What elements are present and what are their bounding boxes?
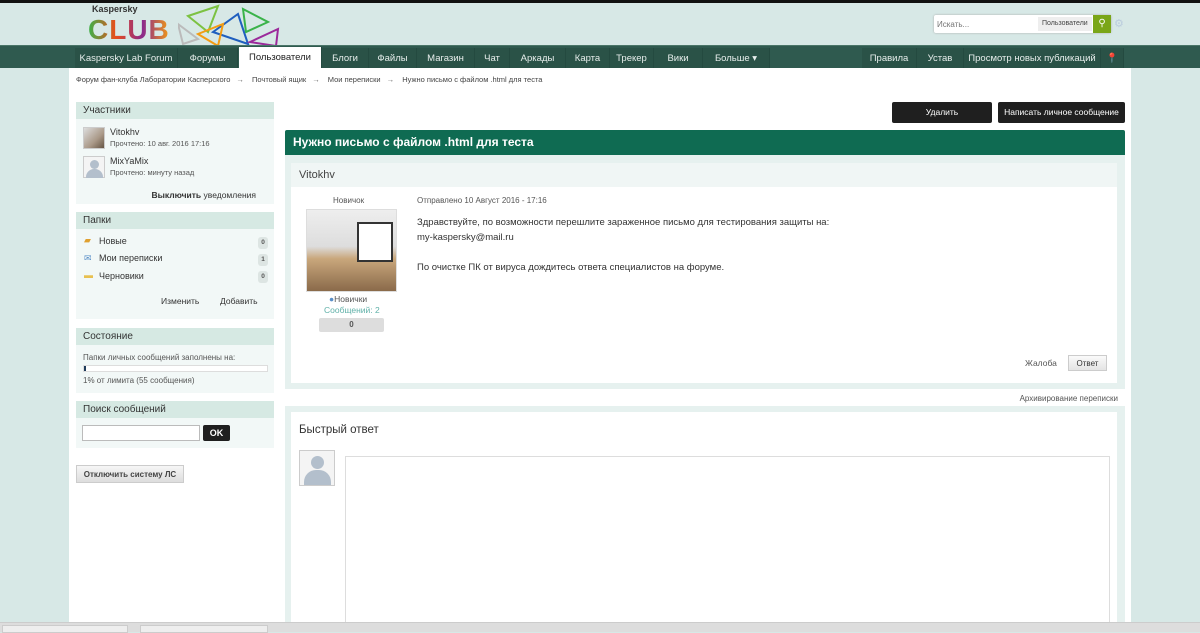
logo-triangles-icon <box>178 4 280 46</box>
reputation-badge[interactable]: 0 <box>319 318 384 332</box>
nav-files[interactable]: Файлы <box>369 48 417 69</box>
avatar <box>299 450 335 486</box>
breadcrumb-item[interactable]: Нужно письмо с файлом .html для теста <box>402 75 542 84</box>
folder-count: 0 <box>258 271 268 283</box>
status-note: 1% от лимита (55 сообщения) <box>83 376 195 385</box>
nav-rules[interactable]: Правила <box>862 48 917 69</box>
archive-conversation-link[interactable]: Архивирование переписки <box>1020 394 1118 403</box>
post-body: Здравствуйте, по возможности перешлите з… <box>417 215 829 275</box>
search-box: Пользователи ⚲ <box>934 15 1111 33</box>
nav-map[interactable]: Карта <box>566 48 610 69</box>
folder-count: 1 <box>258 254 268 266</box>
avatar[interactable] <box>83 156 105 178</box>
post-blank <box>417 245 829 260</box>
nav-kaspersky-lab-forum[interactable]: Kaspersky Lab Forum <box>75 48 178 69</box>
new-folder-icon: ▰ <box>84 235 91 245</box>
participant-name[interactable]: Vitokhv <box>110 127 139 137</box>
compose-message-button[interactable]: Написать личное сообщение <box>998 102 1125 123</box>
post-author[interactable]: Vitokhv <box>291 163 1117 187</box>
reply-button[interactable]: Ответ <box>1068 355 1107 371</box>
nav-blogs[interactable]: Блоги <box>322 48 369 69</box>
post-email: my-kaspersky@mail.ru <box>417 232 514 243</box>
logo-brand: Kaspersky <box>92 4 138 14</box>
breadcrumb-item[interactable]: Мои переписки <box>328 75 381 84</box>
search-input[interactable] <box>937 18 1032 30</box>
add-folder-link[interactable]: Добавить <box>220 296 258 306</box>
main-nav: Kaspersky Lab Forum Форумы Пользователи … <box>0 45 1200 69</box>
message-search-input[interactable] <box>82 425 200 441</box>
participant-read: Прочтено: 10 авг. 2016 17:16 <box>110 139 210 148</box>
notify-bold: Выключить <box>151 190 202 200</box>
post: Vitokhv Новичок ●Новички Сообщений: 2 0 … <box>285 155 1125 389</box>
nav-shop[interactable]: Магазин <box>417 48 475 69</box>
storage-progress-bar <box>83 365 268 372</box>
nav-users[interactable]: Пользователи <box>239 47 322 69</box>
notifications-toggle[interactable]: Выключить уведомления <box>152 190 256 200</box>
participants-title: Участники <box>76 102 274 119</box>
mail-icon: ✉ <box>84 253 92 263</box>
breadcrumb-item[interactable]: Форум фан-клуба Лаборатории Касперского <box>76 75 230 84</box>
folder-conversations[interactable]: Мои переписки <box>99 253 162 263</box>
nav-new-posts[interactable]: Просмотр новых публикаций <box>964 48 1101 69</box>
message-search-title: Поиск сообщений <box>76 401 274 418</box>
participant-name[interactable]: MixYaMix <box>110 156 148 166</box>
folder-icon: ▬ <box>84 270 93 280</box>
nav-wiki[interactable]: Вики <box>654 48 703 69</box>
nav-charter[interactable]: Устав <box>917 48 964 69</box>
report-link[interactable]: Жалоба <box>1025 358 1057 368</box>
nav-arcades[interactable]: Аркады <box>510 48 566 69</box>
breadcrumb: Форум фан-клуба Лаборатории Касперского →… <box>76 75 542 84</box>
disable-pm-button[interactable]: Отключить систему ЛС <box>76 465 184 483</box>
folders-title: Папки <box>76 212 274 229</box>
gear-icon[interactable]: ⚙ <box>1114 17 1124 30</box>
folder-drafts[interactable]: Черновики <box>99 271 144 281</box>
author-post-count: Сообщений: 2 <box>324 305 380 315</box>
nav-tracker[interactable]: Трекер <box>610 48 654 69</box>
author-group: ●Новички <box>329 294 367 304</box>
quick-reply-title: Быстрый ответ <box>299 424 379 436</box>
avatar[interactable] <box>83 127 105 149</box>
quick-reply-editor[interactable] <box>345 456 1110 626</box>
edit-folders-link[interactable]: Изменить <box>161 296 199 306</box>
nav-chat[interactable]: Чат <box>475 48 510 69</box>
author-rank: Новичок <box>333 196 365 205</box>
nav-forums[interactable]: Форумы <box>178 48 238 69</box>
notify-rest: уведомления <box>201 190 256 200</box>
delete-button[interactable]: Удалить <box>892 102 992 123</box>
quick-reply-panel: Быстрый ответ <box>285 406 1125 626</box>
participant-read: Прочтено: минуту назад <box>110 168 195 177</box>
participants-panel: Участники Vitokhv Прочтено: 10 авг. 2016… <box>76 102 274 204</box>
topic-title: Нужно письмо с файлом .html для теста <box>285 130 1125 155</box>
folders-panel: Папки ▰ Новые 0 ✉ Мои переписки 1 ▬ Черн… <box>76 212 274 319</box>
status-label: Папки личных сообщений заполнены на: <box>83 353 236 362</box>
breadcrumb-sep: → <box>236 75 244 84</box>
breadcrumb-item[interactable]: Почтовый ящик <box>252 75 306 84</box>
search-scope-button[interactable]: Пользователи <box>1038 17 1092 31</box>
post-line: По очистке ПК от вируса дождитесь ответа… <box>417 262 725 273</box>
message-search-ok-button[interactable]: OK <box>203 425 230 441</box>
kaspersky-club-logo[interactable]: Kaspersky CLUB <box>88 4 283 46</box>
post-date: Отправлено 10 Август 2016 - 17:16 <box>417 196 547 205</box>
map-pin-icon[interactable]: 📍 <box>1101 48 1124 69</box>
folder-new[interactable]: Новые <box>99 236 127 246</box>
top-strip <box>0 0 1200 3</box>
nav-more[interactable]: Больше ▾ <box>703 48 770 69</box>
breadcrumb-sep: → <box>312 75 320 84</box>
status-panel: Состояние Папки личных сообщений заполне… <box>76 328 274 393</box>
folder-count: 0 <box>258 237 268 249</box>
logo-club: CLUB <box>88 14 170 45</box>
taskbar <box>0 622 1200 633</box>
message-search-panel: Поиск сообщений OK <box>76 401 274 448</box>
breadcrumb-sep: → <box>386 75 395 84</box>
status-title: Состояние <box>76 328 274 345</box>
post-line: Здравствуйте, по возможности перешлите з… <box>417 217 830 228</box>
author-group-label: Новички <box>334 294 368 304</box>
search-icon[interactable]: ⚲ <box>1093 15 1111 33</box>
author-avatar[interactable] <box>306 209 397 292</box>
